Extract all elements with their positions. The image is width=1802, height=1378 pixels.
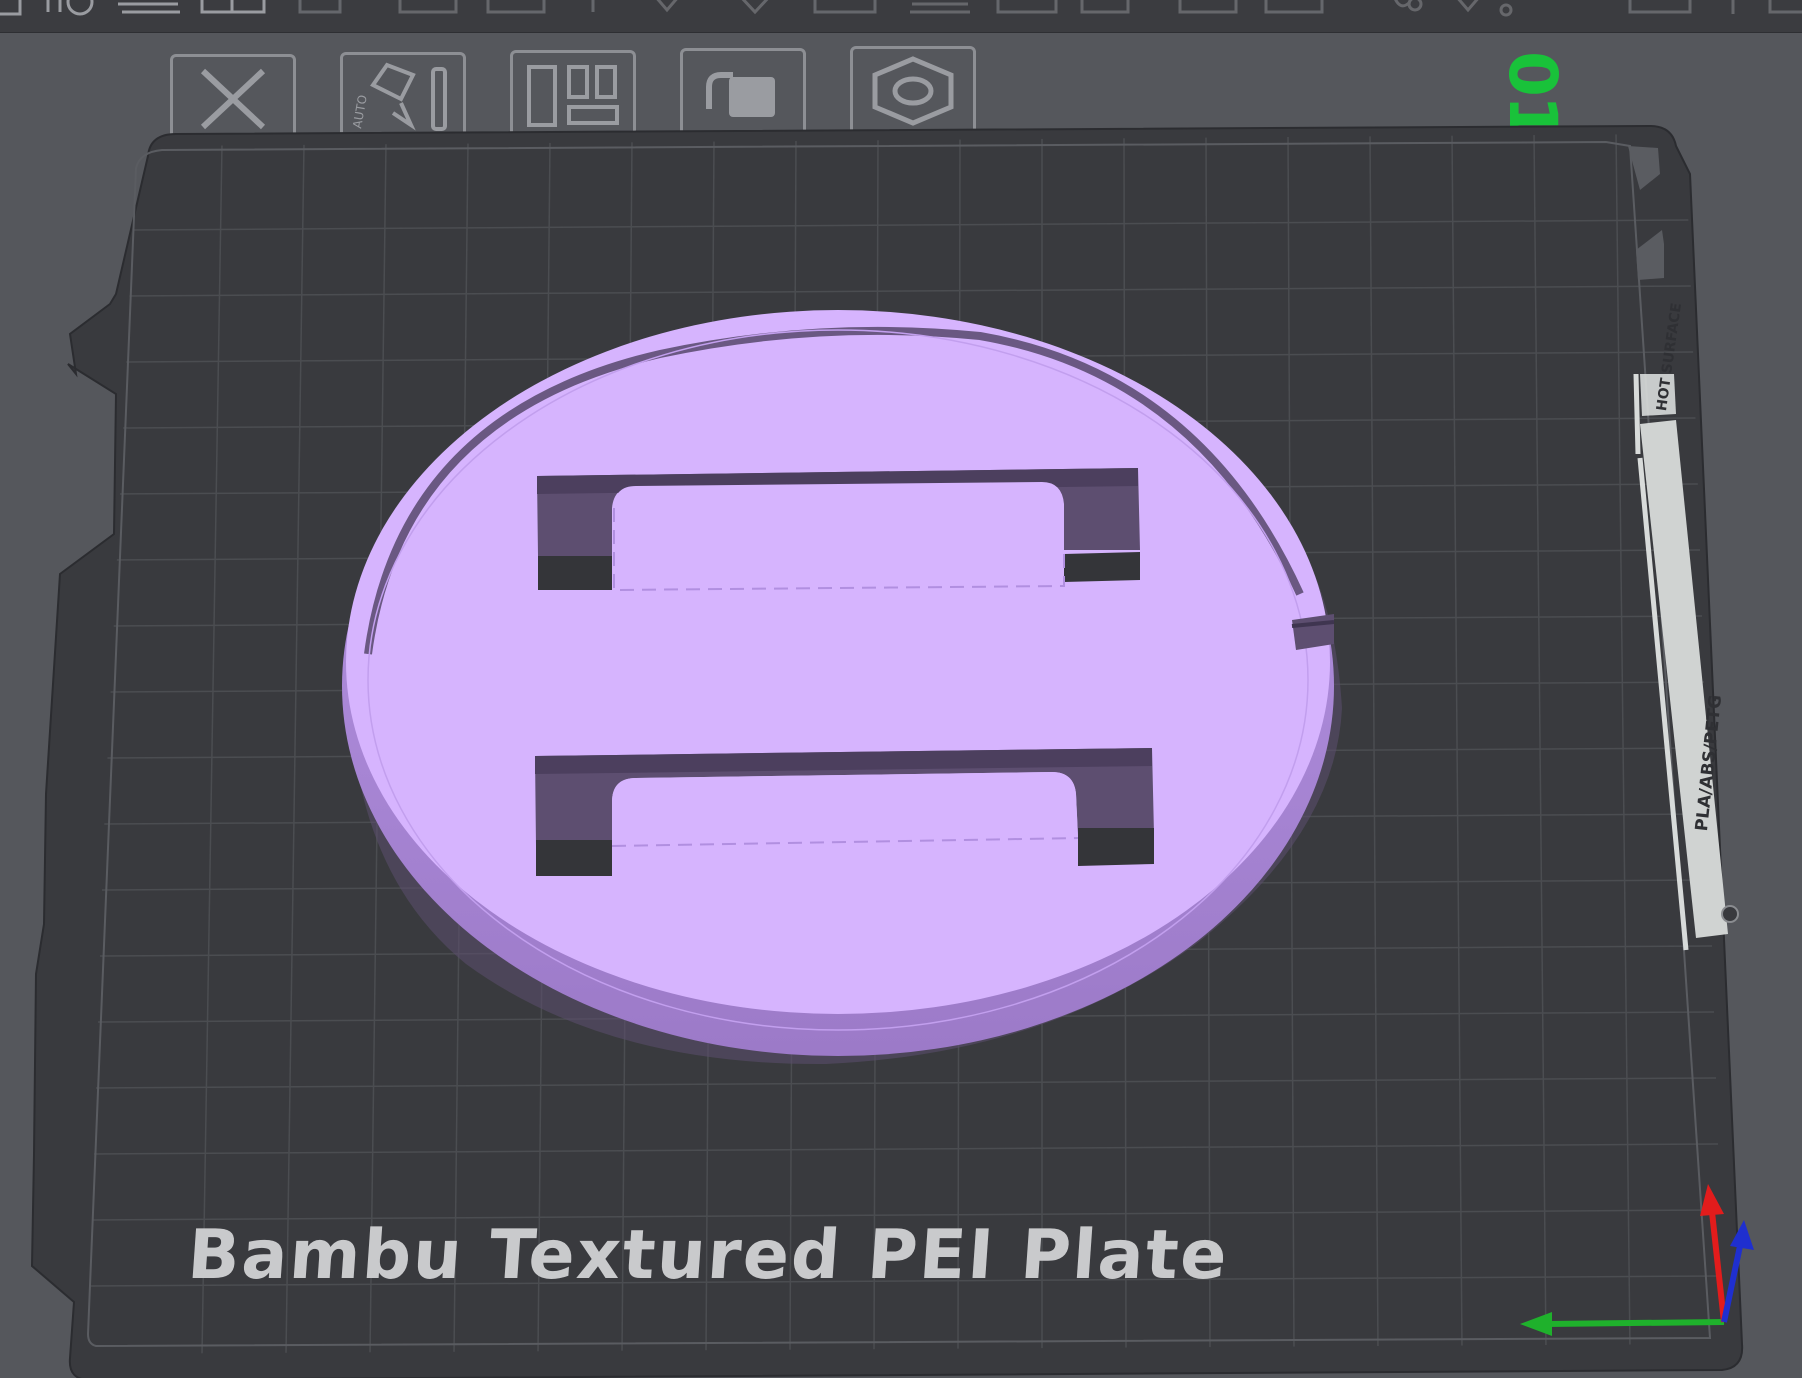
orient-icon[interactable] [200,0,266,14]
plate-label: Bambu Textured PEI Plate [185,1216,1232,1295]
text-icon[interactable] [1394,0,1513,17]
split-icon[interactable] [591,0,770,15]
add-plate-icon[interactable] [118,2,180,14]
scale-icon[interactable] [1178,0,1324,14]
add-icon[interactable] [0,0,94,16]
variable-layer-icon[interactable] [1628,0,1802,14]
top-toolbar [0,0,1802,33]
arrange-icon[interactable] [298,0,546,14]
move-icon[interactable] [996,0,1130,14]
3d-viewport[interactable] [0,34,1802,1378]
layers-icon[interactable] [813,0,970,14]
